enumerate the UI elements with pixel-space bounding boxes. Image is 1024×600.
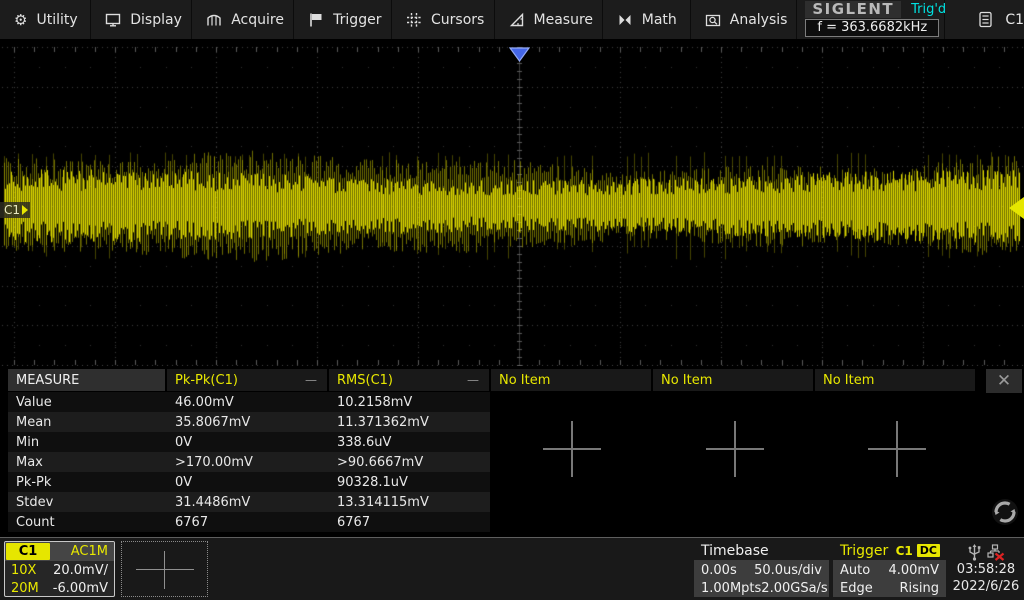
menu-analysis[interactable]: Analysis — [691, 0, 798, 39]
trigger-mode: Auto — [840, 563, 870, 578]
menu-measure[interactable]: Measure — [495, 0, 603, 39]
measure-column-empty-3[interactable]: No Item — [815, 369, 975, 391]
menu-utility-label: Utility — [36, 12, 77, 28]
acquire-icon — [206, 11, 222, 28]
menu-display-label: Display — [130, 12, 182, 28]
top-menu-bar: ⚙ Utility Display Acquire Trigger Cursor… — [0, 0, 1024, 42]
plus-icon — [136, 569, 194, 570]
timebase-delay: 0.00s — [701, 563, 737, 578]
measure-column-empty-1[interactable]: No Item — [491, 369, 651, 391]
math-icon — [617, 11, 633, 28]
remove-measure-icon[interactable]: — — [465, 375, 481, 385]
gesture-rotate-icon[interactable] — [991, 498, 1019, 526]
active-channel-indicator[interactable]: C1 — [945, 0, 1024, 39]
measure-row-count: Count 6767 6767 — [8, 512, 490, 532]
channel-offset-label: C1 — [4, 203, 20, 217]
add-measurement-slot-2[interactable] — [706, 421, 764, 477]
menu-cursors[interactable]: Cursors — [392, 0, 495, 39]
timebase-memory: 1.00Mpts — [701, 581, 761, 596]
channel-descriptor-box[interactable]: C1 AC1M 10X 20.0mV/ 20M -6.00mV — [4, 541, 115, 597]
plus-icon — [164, 551, 165, 589]
measure-row-min: Min 0V 338.6uV — [8, 432, 490, 452]
timebase-panel[interactable]: Timebase 0.00s 50.0us/div 1.00Mpts 2.00G… — [694, 541, 829, 597]
timebase-sample-rate: 2.00GSa/s — [761, 581, 827, 596]
status-cluster: SIGLENT Trig'd f = 363.6682kHz — [797, 0, 945, 39]
plus-icon — [734, 421, 736, 477]
clock-time: 03:58:28 — [957, 562, 1015, 578]
menu-math[interactable]: Math — [603, 0, 691, 39]
menu-analysis-label: Analysis — [730, 12, 788, 28]
plus-icon — [896, 421, 898, 477]
measure-row-value: Value 46.00mV 10.2158mV — [8, 392, 490, 412]
analysis-icon — [705, 11, 721, 28]
trigger-slope: Rising — [899, 581, 939, 596]
clock-panel: 03:58:28 2022/6/26 — [950, 541, 1022, 597]
active-channel-label: C1 — [1005, 12, 1024, 28]
menu-math-label: Math — [642, 12, 677, 28]
add-channel-slot[interactable] — [121, 541, 208, 597]
channel-offset-marker[interactable]: C1 — [0, 202, 30, 218]
trigger-status-badge: Trig'd — [911, 2, 946, 17]
trigger-position-marker[interactable] — [509, 47, 530, 62]
waveform-display-area[interactable]: C1 — [0, 42, 1024, 366]
lan-disconnected-icon — [987, 544, 1005, 561]
measure-column-empty-2[interactable]: No Item — [653, 369, 813, 391]
clock-date: 2022/6/26 — [953, 579, 1020, 595]
channel-bandwidth: 20M — [11, 581, 39, 596]
channel-offset-arrow-icon — [22, 205, 28, 215]
channel-coupling: AC1M — [50, 544, 114, 559]
channel-scale: 20.0mV/ — [53, 563, 108, 578]
trigger-coupling-badge: DC — [917, 544, 940, 557]
usb-icon — [968, 544, 981, 561]
menu-acquire[interactable]: Acquire — [192, 0, 294, 39]
channel-badge: C1 — [6, 543, 50, 560]
menu-cursors-label: Cursors — [431, 12, 484, 28]
measure-row-mean: Mean 35.8067mV 11.371362mV — [8, 412, 490, 432]
measure-panel-title: MEASURE — [8, 369, 165, 391]
menu-measure-label: Measure — [534, 12, 594, 28]
measure-icon — [509, 11, 525, 28]
add-measurement-slot-3[interactable] — [868, 421, 926, 477]
cursors-icon — [406, 11, 422, 28]
trigger-level: 4.00mV — [888, 563, 939, 578]
timebase-title: Timebase — [701, 543, 769, 559]
measure-row-stdev: Stdev 31.4486mV 13.314115mV — [8, 492, 490, 512]
close-measure-panel-button[interactable]: ✕ — [986, 369, 1022, 393]
frequency-counter: f = 363.6682kHz — [805, 19, 939, 37]
bottom-status-bar: C1 AC1M 10X 20.0mV/ 20M -6.00mV Timebase… — [0, 537, 1024, 600]
add-measurement-slot-1[interactable] — [543, 421, 601, 477]
siglent-logo: SIGLENT — [805, 1, 901, 18]
menu-acquire-label: Acquire — [231, 12, 284, 28]
waveform-canvas[interactable] — [0, 42, 1024, 366]
trigger-level-marker[interactable] — [1009, 197, 1024, 219]
gear-icon: ⚙ — [14, 11, 27, 28]
menu-trigger[interactable]: Trigger — [294, 0, 392, 39]
menu-display[interactable]: Display — [91, 0, 192, 39]
channel-offset: -6.00mV — [53, 581, 108, 596]
trigger-panel[interactable]: Trigger C1 DC Auto 4.00mV Edge Rising — [833, 541, 946, 597]
trigger-type: Edge — [840, 581, 873, 596]
measure-column-pkpk[interactable]: Pk-Pk(C1) — — [167, 369, 327, 391]
measure-column-rms[interactable]: RMS(C1) — — [329, 369, 489, 391]
measure-row-max: Max >170.00mV >90.6667mV — [8, 452, 490, 472]
trigger-title: Trigger — [840, 543, 888, 559]
list-icon — [979, 11, 992, 28]
remove-measure-icon[interactable]: — — [303, 375, 319, 385]
plus-icon — [571, 421, 573, 477]
menu-utility[interactable]: ⚙ Utility — [0, 0, 91, 39]
display-icon — [105, 11, 121, 28]
channel-probe: 10X — [11, 563, 36, 578]
close-icon: ✕ — [997, 371, 1011, 391]
measure-row-pkpk: Pk-Pk 0V 90328.1uV — [8, 472, 490, 492]
timebase-scale: 50.0us/div — [754, 563, 822, 578]
flag-icon — [308, 11, 324, 28]
menu-trigger-label: Trigger — [333, 12, 381, 28]
measure-panel: MEASURE Pk-Pk(C1) — RMS(C1) — No Item No… — [8, 369, 975, 532]
trigger-source: C1 — [896, 544, 913, 558]
